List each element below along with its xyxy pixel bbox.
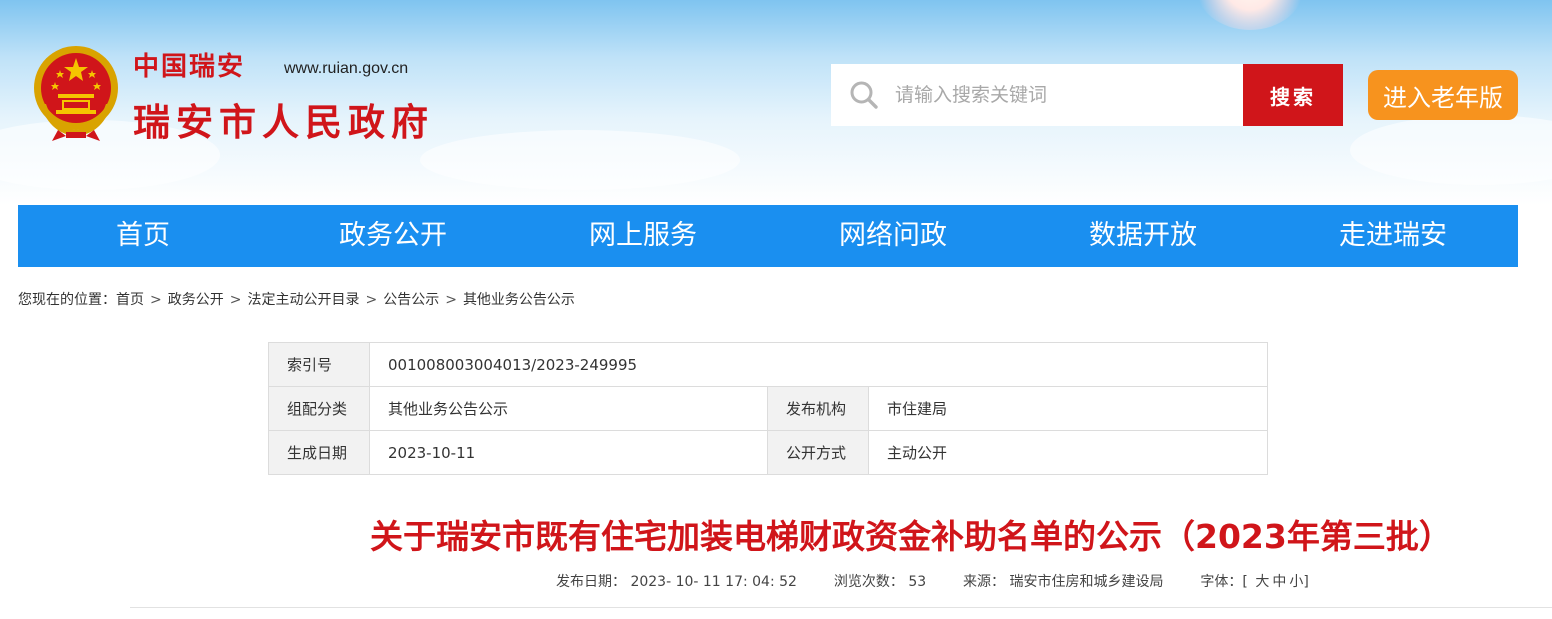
- breadcrumb-separator: >: [150, 292, 162, 308]
- article-title: 关于瑞安市既有住宅加装电梯财政资金补助名单的公示（2023年第三批）: [370, 517, 1452, 556]
- nav-item-government-affairs[interactable]: 政务公开: [268, 205, 518, 267]
- site-url: www.ruian.gov.cn: [284, 60, 409, 77]
- cloud-decoration: [1350, 115, 1552, 185]
- index-label: 索引号: [268, 342, 370, 387]
- font-bracket-close: ]: [1303, 574, 1309, 590]
- nav-item-open-data[interactable]: 数据开放: [1018, 205, 1268, 267]
- breadcrumb: 您现在的位置：首页 > 政务公开 > 法定主动公开目录 > 公告公示 > 其他业务公告公示: [18, 289, 575, 309]
- breadcrumb-item-announcements[interactable]: 公告公示: [383, 292, 439, 308]
- breadcrumb-separator: >: [365, 292, 378, 308]
- site-slogan: 中国瑞安: [133, 52, 246, 82]
- nav-item-about-ruian[interactable]: 走进瑞安: [1268, 205, 1518, 267]
- site-title: 瑞安市人民政府: [133, 100, 434, 144]
- publish-date-label: 发布日期：: [556, 574, 626, 590]
- search-input[interactable]: [895, 64, 1235, 126]
- publisher-value: 市住建局: [868, 386, 1268, 431]
- views-label: 浏览次数：: [833, 574, 904, 590]
- elder-version-button[interactable]: 进入老年版: [1368, 70, 1518, 120]
- source-value: 瑞安市住房和城乡建设局: [1009, 574, 1164, 590]
- sun-glow-decoration: [1195, 0, 1305, 30]
- date-label: 生成日期: [268, 430, 370, 475]
- document-meta-table: 索引号 001008003004013/2023-249995 组配分类 其他业…: [268, 342, 1268, 475]
- search-button[interactable]: 搜索: [1243, 64, 1343, 126]
- cloud-decoration: [420, 130, 740, 190]
- national-emblem-icon: [34, 46, 118, 141]
- nav-item-online-inquiry[interactable]: 网络问政: [768, 205, 1018, 267]
- method-label: 公开方式: [767, 430, 869, 475]
- table-row: 生成日期 2023-10-11 公开方式 主动公开: [268, 430, 1268, 475]
- breadcrumb-item-government-affairs[interactable]: 政务公开: [168, 292, 224, 308]
- breadcrumb-item-home[interactable]: 首页: [116, 292, 144, 308]
- search-icon: [850, 81, 878, 109]
- table-row: 索引号 001008003004013/2023-249995: [268, 342, 1268, 387]
- table-row: 组配分类 其他业务公告公示 发布机构 市住建局: [268, 386, 1268, 431]
- category-label: 组配分类: [268, 386, 370, 431]
- divider: [130, 607, 1552, 608]
- views-value: 53: [908, 574, 927, 590]
- category-value: 其他业务公告公示: [369, 386, 768, 431]
- method-value: 主动公开: [868, 430, 1268, 475]
- font-size-small-link[interactable]: 小: [1289, 574, 1303, 590]
- breadcrumb-item-directory[interactable]: 法定主动公开目录: [247, 292, 359, 308]
- breadcrumb-item-other-announcements[interactable]: 其他业务公告公示: [463, 292, 575, 308]
- font-size-medium-link[interactable]: 中: [1272, 574, 1286, 590]
- nav-item-home[interactable]: 首页: [18, 205, 268, 267]
- font-bracket-open: [: [1242, 574, 1248, 590]
- font-size-large-link[interactable]: 大: [1255, 574, 1269, 590]
- article-info: 发布日期： 2023- 10- 11 17: 04: 52 浏览次数： 53 来…: [556, 571, 1309, 591]
- breadcrumb-separator: >: [445, 292, 457, 308]
- main-nav: 首页 政务公开 网上服务 网络问政 数据开放 走进瑞安: [18, 205, 1518, 267]
- breadcrumb-separator: >: [229, 292, 242, 308]
- index-value: 001008003004013/2023-249995: [369, 342, 1268, 387]
- publish-date-value: 2023- 10- 11 17: 04: 52: [630, 574, 797, 590]
- source-label: 来源：: [963, 574, 1006, 590]
- publisher-label: 发布机构: [767, 386, 869, 431]
- nav-item-online-services[interactable]: 网上服务: [518, 205, 768, 267]
- breadcrumb-prefix: 您现在的位置：: [18, 292, 116, 308]
- search-box: [831, 64, 1244, 126]
- font-size-label: 字体：: [1200, 574, 1243, 590]
- date-value: 2023-10-11: [369, 430, 768, 475]
